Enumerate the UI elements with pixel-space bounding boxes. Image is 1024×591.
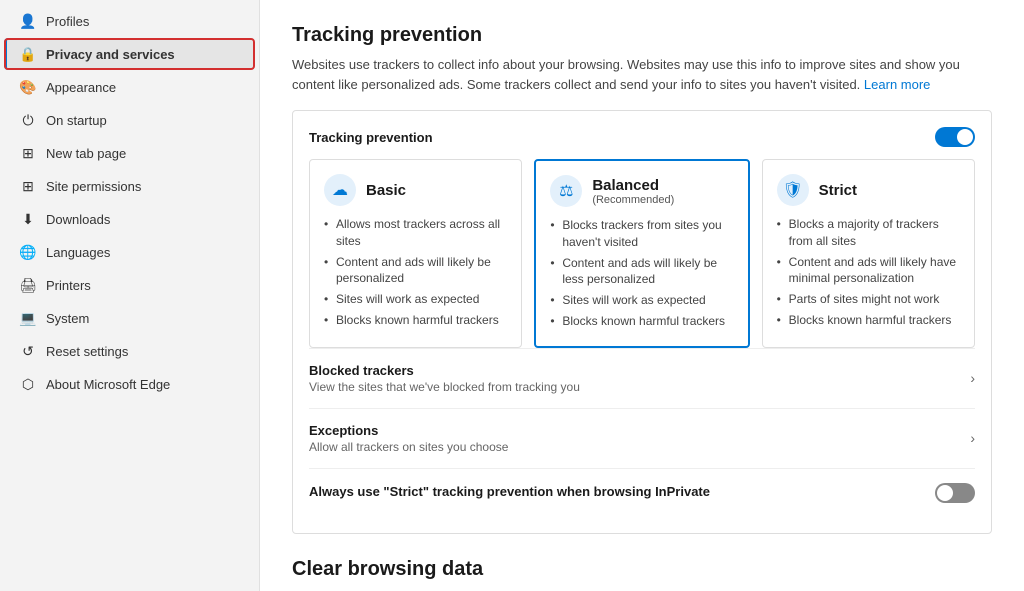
basic-icon: ☁ — [324, 174, 356, 206]
prevention-options: ☁ Basic Allows most trackers across all … — [309, 159, 975, 348]
system-icon: 💻 — [20, 310, 36, 326]
sidebar-item-appearance[interactable]: 🎨 Appearance — [4, 71, 255, 103]
balanced-bullet-3: Sites will work as expected — [550, 290, 733, 311]
strict-inprivate-toggle[interactable] — [935, 483, 975, 503]
tracking-section-title: Tracking prevention — [292, 24, 992, 47]
downloads-icon: ⬇ — [20, 211, 36, 227]
basic-title: Basic — [366, 182, 406, 199]
strict-bullet-1: Blocks a majority of trackers from all s… — [777, 214, 960, 252]
exceptions-chevron: › — [970, 430, 975, 446]
sidebar-item-profiles[interactable]: 👤 Profiles — [4, 5, 255, 37]
sidebar-item-languages-label: Languages — [46, 245, 110, 260]
permissions-icon: ⊞ — [20, 178, 36, 194]
blocked-trackers-title: Blocked trackers — [309, 363, 970, 378]
prevention-option-balanced[interactable]: ⚖ Balanced (Recommended) Blocks trackers… — [534, 159, 749, 348]
languages-icon: 🌐 — [20, 244, 36, 260]
newtab-icon: ⊞ — [20, 145, 36, 161]
exceptions-desc: Allow all trackers on sites you choose — [309, 440, 970, 454]
strict-bullet-4: Blocks known harmful trackers — [777, 310, 960, 331]
strict-bullet-3: Parts of sites might not work — [777, 289, 960, 310]
sidebar-item-about[interactable]: ⬡ About Microsoft Edge — [4, 368, 255, 400]
basic-list: Allows most trackers across all sites Co… — [324, 214, 507, 331]
sidebar-item-printers-label: Printers — [46, 278, 91, 293]
tracking-prevention-section: Tracking prevention Websites use tracker… — [292, 24, 992, 534]
tracking-card-header: Tracking prevention — [309, 127, 975, 147]
strict-title: Strict — [819, 182, 857, 199]
startup-icon: ⏻ — [20, 112, 36, 128]
balanced-bullet-2: Content and ads will likely be less pers… — [550, 253, 733, 291]
exceptions-title: Exceptions — [309, 423, 970, 438]
appearance-icon: 🎨 — [20, 79, 36, 95]
profiles-icon: 👤 — [20, 13, 36, 29]
balanced-subtitle: (Recommended) — [592, 194, 674, 206]
basic-bullet-2: Content and ads will likely be personali… — [324, 252, 507, 290]
tracking-card-label: Tracking prevention — [309, 130, 433, 145]
sidebar-item-system[interactable]: 💻 System — [4, 302, 255, 334]
sidebar-item-startup[interactable]: ⏻ On startup — [4, 104, 255, 136]
tracking-section-desc: Websites use trackers to collect info ab… — [292, 55, 992, 94]
sidebar-item-system-label: System — [46, 311, 89, 326]
sidebar-item-privacy[interactable]: 🔒 Privacy and services — [4, 38, 255, 70]
basic-bullet-3: Sites will work as expected — [324, 289, 507, 310]
main-content: Tracking prevention Websites use tracker… — [260, 0, 1024, 591]
blocked-trackers-desc: View the sites that we've blocked from t… — [309, 380, 970, 394]
about-icon: ⬡ — [20, 376, 36, 392]
strict-icon: 🛡 — [777, 174, 809, 206]
sidebar-item-printers[interactable]: 🖨 Printers — [4, 269, 255, 301]
basic-bullet-4: Blocks known harmful trackers — [324, 310, 507, 331]
strict-inprivate-row[interactable]: Always use "Strict" tracking prevention … — [309, 468, 975, 517]
blocked-trackers-row[interactable]: Blocked trackers View the sites that we'… — [309, 348, 975, 408]
balanced-bullet-1: Blocks trackers from sites you haven't v… — [550, 215, 733, 253]
sidebar-item-languages[interactable]: 🌐 Languages — [4, 236, 255, 268]
sidebar-item-profiles-label: Profiles — [46, 14, 89, 29]
sidebar-item-reset-label: Reset settings — [46, 344, 128, 359]
tracking-prevention-card: Tracking prevention ☁ Basic Allows most … — [292, 110, 992, 534]
sidebar-item-downloads[interactable]: ⬇ Downloads — [4, 203, 255, 235]
sidebar-item-permissions[interactable]: ⊞ Site permissions — [4, 170, 255, 202]
balanced-list: Blocks trackers from sites you haven't v… — [550, 215, 733, 332]
clear-browsing-section: Clear browsing data This includes histor… — [292, 558, 992, 591]
sidebar-item-reset[interactable]: ↺ Reset settings — [4, 335, 255, 367]
learn-more-link[interactable]: Learn more — [864, 77, 930, 92]
reset-icon: ↺ — [20, 343, 36, 359]
balanced-icon: ⚖ — [550, 175, 582, 207]
balanced-title: Balanced — [592, 177, 674, 194]
prevention-option-strict[interactable]: 🛡 Strict Blocks a majority of trackers f… — [762, 159, 975, 348]
sidebar-item-newtab[interactable]: ⊞ New tab page — [4, 137, 255, 169]
sidebar-item-permissions-label: Site permissions — [46, 179, 141, 194]
strict-header: 🛡 Strict — [777, 174, 960, 206]
tracking-toggle[interactable] — [935, 127, 975, 147]
clear-section-title: Clear browsing data — [292, 558, 992, 581]
sidebar-item-appearance-label: Appearance — [46, 80, 116, 95]
basic-bullet-1: Allows most trackers across all sites — [324, 214, 507, 252]
strict-list: Blocks a majority of trackers from all s… — [777, 214, 960, 331]
basic-header: ☁ Basic — [324, 174, 507, 206]
sidebar-item-newtab-label: New tab page — [46, 146, 126, 161]
strict-inprivate-label: Always use "Strict" tracking prevention … — [309, 484, 935, 499]
balanced-bullet-4: Blocks known harmful trackers — [550, 311, 733, 332]
sidebar-item-downloads-label: Downloads — [46, 212, 110, 227]
blocked-trackers-chevron: › — [970, 370, 975, 386]
privacy-icon: 🔒 — [20, 46, 36, 62]
sidebar: 👤 Profiles 🔒 Privacy and services 🎨 Appe… — [0, 0, 260, 591]
sidebar-item-about-label: About Microsoft Edge — [46, 377, 170, 392]
balanced-header: ⚖ Balanced (Recommended) — [550, 175, 733, 207]
exceptions-row[interactable]: Exceptions Allow all trackers on sites y… — [309, 408, 975, 468]
prevention-option-basic[interactable]: ☁ Basic Allows most trackers across all … — [309, 159, 522, 348]
sidebar-item-privacy-label: Privacy and services — [46, 47, 175, 62]
sidebar-item-startup-label: On startup — [46, 113, 107, 128]
printers-icon: 🖨 — [20, 277, 36, 293]
strict-bullet-2: Content and ads will likely have minimal… — [777, 252, 960, 290]
